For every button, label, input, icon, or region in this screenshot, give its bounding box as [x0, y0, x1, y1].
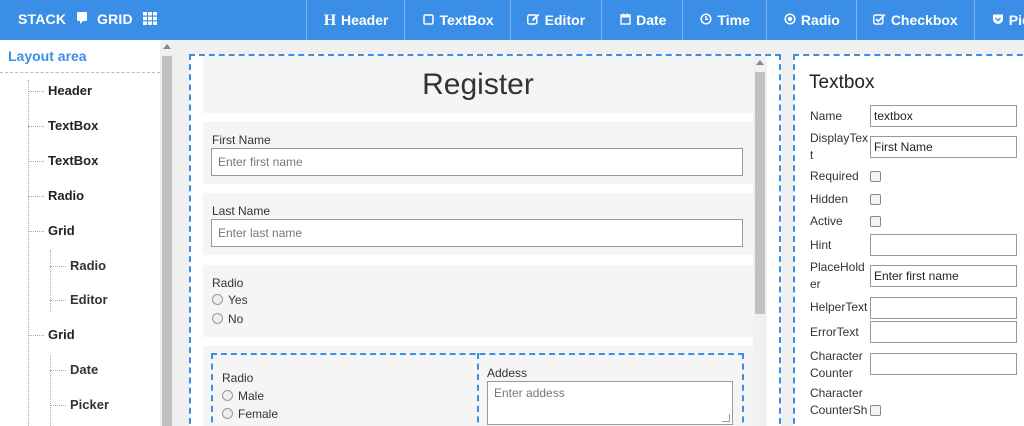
properties-title: Textbox	[809, 72, 875, 93]
square-icon	[421, 1, 435, 41]
tree-connector	[50, 355, 51, 426]
sidebar-item-grid[interactable]: Grid	[28, 325, 75, 345]
prop-hidden-checkbox[interactable]	[870, 194, 881, 205]
checkbox-icon	[873, 1, 887, 41]
tab-time[interactable]: Time	[682, 0, 765, 40]
sidebar-item-textbox[interactable]: TextBox	[27, 116, 98, 136]
sidebar-item-date[interactable]: Date	[49, 360, 98, 380]
prop-placeholder-input[interactable]: Enter first name	[870, 265, 1017, 287]
sidebar-item-editor[interactable]: Editor	[50, 290, 108, 310]
form-scrollbar[interactable]	[753, 56, 767, 426]
prop-errortext-input[interactable]	[870, 321, 1017, 343]
tree-connector	[28, 80, 29, 426]
prop-displaytext-input[interactable]: First Name	[870, 136, 1017, 158]
prop-required-checkbox[interactable]	[870, 171, 881, 182]
tab-date[interactable]: Date	[601, 0, 682, 40]
prop-helpertext-label: HelperText	[810, 300, 868, 314]
tab-checkbox[interactable]: Checkbox	[855, 0, 974, 41]
prop-errortext-label: ErrorText	[810, 325, 859, 339]
layout-sidebar: Layout area Header TextBox TextBox Radio…	[0, 40, 160, 426]
resize-handle-icon[interactable]	[722, 414, 730, 422]
sidebar-item-header[interactable]: Header	[27, 81, 92, 101]
prop-placeholder-label: PlaceHolder	[810, 260, 865, 291]
prop-hidden-label: Hidden	[810, 192, 849, 206]
address-placeholder: Enter addess	[494, 386, 565, 400]
scroll-up-arrow-icon[interactable]	[756, 60, 764, 65]
tab-picker[interactable]: Picker	[973, 0, 1024, 41]
sidebar-item-grid[interactable]: Grid	[28, 221, 75, 241]
edit-icon	[527, 1, 541, 41]
sidebar-item-picker[interactable]: Picker	[49, 395, 109, 415]
stack-label: STACK	[18, 11, 67, 27]
prop-required-label: Required	[810, 169, 859, 183]
tab-radio[interactable]: Radio	[765, 0, 856, 41]
form-title[interactable]: Register	[203, 56, 753, 113]
last-name-label: Last Name	[212, 204, 271, 218]
sidebar-item-radio[interactable]: Radio	[27, 186, 84, 206]
last-name-input[interactable]: Enter last name	[211, 219, 743, 247]
clock-icon	[699, 1, 713, 41]
tree-connector	[50, 250, 51, 312]
prop-active-label: Active	[810, 214, 843, 228]
component-tabs: HHeader TextBox Editor Date Time Radio	[306, 0, 1024, 40]
grid-label: GRID	[97, 11, 133, 27]
radio-label: Radio	[212, 276, 244, 290]
sidebar-title: Layout area	[0, 40, 160, 73]
prop-name-label: Name	[810, 109, 843, 123]
scroll-up-arrow-icon[interactable]	[163, 44, 171, 49]
prop-active-checkbox[interactable]	[870, 216, 881, 227]
gender-radio-label: Radio	[222, 371, 254, 385]
prop-displaytext-label: DisplayText	[810, 131, 869, 162]
radio-option-yes[interactable]: Yes	[212, 292, 248, 308]
sidebar-item-radio[interactable]: Radio	[49, 256, 106, 276]
header-icon: H	[323, 12, 337, 29]
address-textarea[interactable]: Enter addess	[487, 381, 733, 425]
grid-icon	[142, 1, 157, 39]
prop-charcountersh-label: Character CounterSh	[810, 386, 868, 417]
calendar-icon	[618, 1, 632, 41]
tab-editor[interactable]: Editor	[509, 0, 601, 41]
sidebar-item-textbox[interactable]: TextBox	[27, 151, 98, 171]
prop-hint-label: Hint	[810, 238, 832, 252]
first-name-input[interactable]: Enter first name	[211, 148, 743, 176]
prop-name-input[interactable]: textbox	[870, 105, 1017, 127]
prop-helpertext-input[interactable]	[870, 297, 1017, 319]
picker-icon	[991, 1, 1005, 41]
sidebar-scroll-thumb[interactable]	[162, 56, 172, 426]
grid-column-divider	[477, 353, 479, 426]
radio-circle-icon[interactable]	[212, 294, 223, 305]
sidebar-scrollbar[interactable]	[160, 40, 174, 426]
address-label: Addess	[487, 366, 528, 380]
top-toolbar: STACK GRID H Header TextBox Editor Date …	[0, 0, 1024, 40]
stack-icon	[76, 1, 88, 39]
tab-textbox[interactable]: TextBox	[404, 0, 509, 40]
radio-circle-icon[interactable]	[222, 390, 233, 401]
radio-option-female[interactable]: Female	[222, 406, 278, 422]
radio-option-male[interactable]: Male	[222, 388, 264, 404]
prop-charcountersh-checkbox[interactable]	[870, 405, 881, 416]
stack-button[interactable]: STACK	[18, 0, 88, 40]
tab-header[interactable]: H Header	[306, 0, 404, 40]
radio-circle-icon[interactable]	[222, 408, 233, 419]
first-name-label: First Name	[212, 133, 271, 147]
form-scroll-thumb[interactable]	[755, 72, 765, 314]
prop-hint-input[interactable]	[870, 234, 1017, 256]
radio-circle-icon[interactable]	[212, 313, 223, 324]
radio-icon	[783, 1, 797, 41]
prop-charcounter-input[interactable]	[870, 353, 1017, 375]
radio-block[interactable]	[203, 265, 753, 337]
prop-charcounter-label: Character Counter	[810, 349, 863, 380]
radio-option-no[interactable]: No	[212, 311, 243, 327]
grid-button[interactable]: GRID	[97, 0, 157, 40]
